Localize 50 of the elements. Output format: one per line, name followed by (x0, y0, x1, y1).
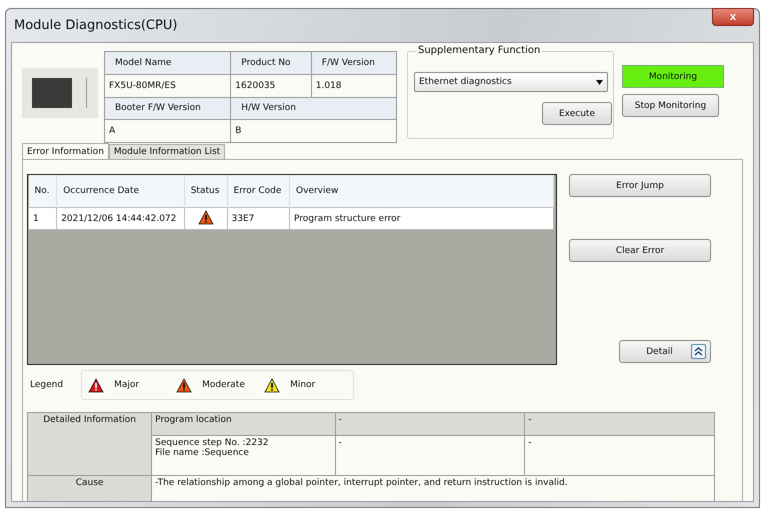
table-header: Booter F/W Version (104, 97, 231, 120)
table-cell: 1620035 (230, 74, 312, 97)
stop-monitoring-button[interactable]: Stop Monitoring (622, 94, 719, 117)
legend-label: Minor (290, 380, 316, 390)
error-jump-button[interactable]: Error Jump (569, 174, 711, 197)
table-cell: - (335, 412, 525, 436)
table-cell: - (524, 412, 714, 436)
tab[interactable]: Error Information (22, 143, 109, 159)
column-header: Status (184, 175, 228, 208)
row-header: Cause (28, 476, 152, 501)
table-header: Product No (230, 52, 312, 74)
chevron-up-icon (690, 344, 706, 359)
function-dropdown[interactable]: Ethernet diagnostics (414, 72, 608, 92)
table-cell: - (524, 436, 714, 476)
legend-label: Legend (30, 380, 64, 390)
table-cell: FX5U-80MR/ES (104, 74, 231, 97)
column-header: Occurrence Date (56, 175, 184, 208)
table-cell: B (230, 120, 396, 142)
table-cell: Sequence step No. :2232 File name :Sequence (152, 436, 336, 476)
warning-icon (176, 378, 192, 392)
table-cell: 1.018 (311, 74, 396, 97)
table-cell: A (104, 120, 231, 142)
monitoring-status: Monitoring (622, 65, 724, 88)
close-button[interactable]: x (712, 8, 754, 26)
table-cell: - (335, 436, 525, 476)
legend-label: Major (114, 380, 140, 390)
execute-button[interactable]: Execute (542, 102, 612, 125)
dropdown-arrow-icon (596, 80, 603, 84)
tab[interactable]: Module Information List (108, 144, 226, 159)
table-cell: 33E7 (227, 208, 290, 230)
module-icon (22, 68, 98, 118)
table-cell: Program structure error (290, 208, 554, 230)
table-header: Model Name (104, 52, 231, 74)
detail-button[interactable]: Detail (619, 340, 711, 363)
group-title: Supplementary Function (416, 45, 542, 56)
clear-error-button[interactable]: Clear Error (569, 239, 711, 262)
column-header: Overview (290, 175, 554, 208)
legend-label: Moderate (202, 380, 245, 390)
table-header: F/W Version (311, 52, 396, 74)
table-cell: 1 (28, 208, 57, 230)
table-cell: 2021/12/06 14:44:42.072 (56, 208, 184, 230)
warning-icon (198, 210, 214, 224)
table-header: H/W Version (230, 97, 396, 120)
row-header: Detailed Information (28, 412, 152, 476)
table-cell: Program location (152, 412, 336, 436)
warning-icon (88, 378, 104, 392)
column-header: No. (28, 175, 57, 208)
column-header: Error Code (227, 175, 290, 208)
window-title: Module Diagnostics(CPU) (13, 18, 178, 33)
warning-icon (264, 378, 280, 392)
